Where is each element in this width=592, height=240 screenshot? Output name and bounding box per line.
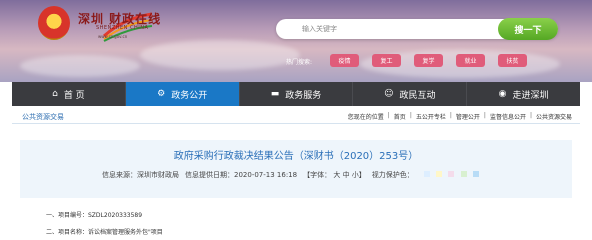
article-source: 信息来源：深圳市财政局 xyxy=(102,171,179,179)
hot-tag[interactable]: 疫情 xyxy=(330,54,359,67)
eye-protection-label: 视力保护色： xyxy=(371,171,414,179)
breadcrumb-separator: | xyxy=(483,112,486,119)
search-box: 搜一下 xyxy=(276,18,558,40)
nav-item-label: 首 页 xyxy=(63,90,85,101)
monitor-icon: ▬ xyxy=(270,89,280,99)
hot-tag[interactable]: 复学 xyxy=(414,54,443,67)
breadcrumb-separator: | xyxy=(387,112,390,119)
eye-color-options xyxy=(420,171,479,179)
nav-item-label: 政务公开 xyxy=(171,90,208,101)
eye-color-swatch[interactable] xyxy=(460,171,467,177)
eye-color-swatch[interactable] xyxy=(423,171,430,177)
eye-color-swatch[interactable] xyxy=(436,171,443,177)
logo-english: SHENZHEN CHINA xyxy=(96,25,149,31)
hot-tag[interactable]: 就业 xyxy=(456,54,485,67)
breadcrumb-item[interactable]: 首页 xyxy=(394,112,406,121)
breadcrumb-item[interactable]: 五公开专栏 xyxy=(416,112,446,121)
article-date: 信息提供日期：2020-07-13 16:18 xyxy=(185,171,298,179)
hot-search-label: 热门搜索: xyxy=(286,59,313,66)
eye-color-swatch[interactable] xyxy=(472,171,479,177)
main-nav: ⌂ 首 页 ⚙ 政务公开 ▬ 政务服务 ☺ 政民互动 ◉ 走进深圳 xyxy=(12,82,580,106)
nav-item-gov-service[interactable]: ▬ 政务服务 xyxy=(240,82,354,106)
article-meta: 信息来源：深圳市财政局 信息提供日期：2020-07-13 16:18 【字体：… xyxy=(102,170,479,180)
font-size-label: 【字体： 大 中 小】 xyxy=(303,171,366,179)
nav-item-shenzhen[interactable]: ◉ 走进深圳 xyxy=(467,82,580,106)
eye-color-swatch[interactable] xyxy=(448,171,455,177)
search-button[interactable]: 搜一下 xyxy=(498,18,558,40)
hot-tag[interactable]: 复工 xyxy=(372,54,401,67)
home-icon: ⌂ xyxy=(52,89,58,99)
nav-item-gov-affairs[interactable]: ⚙ 政务公开 xyxy=(125,82,240,106)
article-line: 一、项目编号：SZDL2020333589 xyxy=(46,212,143,219)
font-size-large[interactable]: 大 xyxy=(333,171,340,179)
nav-item-label: 政务服务 xyxy=(285,90,322,101)
breadcrumb-item[interactable]: 管理公开 xyxy=(456,112,480,121)
font-size-small[interactable]: 小 xyxy=(352,171,359,179)
breadcrumb-item[interactable]: 公共资源交易 xyxy=(536,112,572,121)
people-icon: ☺ xyxy=(384,89,394,99)
hot-tag[interactable]: 扶贫 xyxy=(498,54,527,67)
header-banner: ★ 深圳 财政在线 SHENZHEN CHINA www.sz.gov.cn 搜… xyxy=(0,0,592,82)
nav-item-label: 走进深圳 xyxy=(512,90,549,101)
logo-url: www.sz.gov.cn xyxy=(98,34,128,39)
breadcrumb: 您现在的位置 | 首页 | 五公开专栏 | 管理公开 | 监督信息公开 | 公共… xyxy=(348,112,572,121)
globe-icon: ◉ xyxy=(498,89,507,99)
breadcrumb-separator: | xyxy=(449,112,452,119)
breadcrumb-item[interactable]: 监督信息公开 xyxy=(490,112,526,121)
search-input[interactable] xyxy=(276,19,500,39)
font-size-medium[interactable]: 中 xyxy=(343,171,350,179)
article-title: 政府采购行政裁决结果公告（深财书（2020）253号） xyxy=(173,151,419,162)
breadcrumb-separator: | xyxy=(409,112,412,119)
nav-item-label: 政民互动 xyxy=(399,90,436,101)
article-line: 二、项目名称：诉讼档案管理服务外包"项目 xyxy=(46,229,163,236)
breadcrumb-bar: 公共资源交易 您现在的位置 | 首页 | 五公开专栏 | 管理公开 | 监督信息… xyxy=(12,110,580,124)
article: 政府采购行政裁决结果公告（深财书（2020）253号） 信息来源：深圳市财政局 … xyxy=(12,128,580,240)
article-header: 政府采购行政裁决结果公告（深财书（2020）253号） 信息来源：深圳市财政局 … xyxy=(20,140,572,198)
breadcrumb-label: 您现在的位置 xyxy=(347,114,384,121)
nav-item-home[interactable]: ⌂ 首 页 xyxy=(12,82,126,106)
gear-icon: ⚙ xyxy=(157,89,166,99)
national-emblem-icon[interactable]: ★ xyxy=(38,6,70,40)
nav-item-interaction[interactable]: ☺ 政民互动 xyxy=(353,82,468,106)
section-title[interactable]: 公共资源交易 xyxy=(22,112,64,122)
breadcrumb-separator: | xyxy=(529,112,532,119)
